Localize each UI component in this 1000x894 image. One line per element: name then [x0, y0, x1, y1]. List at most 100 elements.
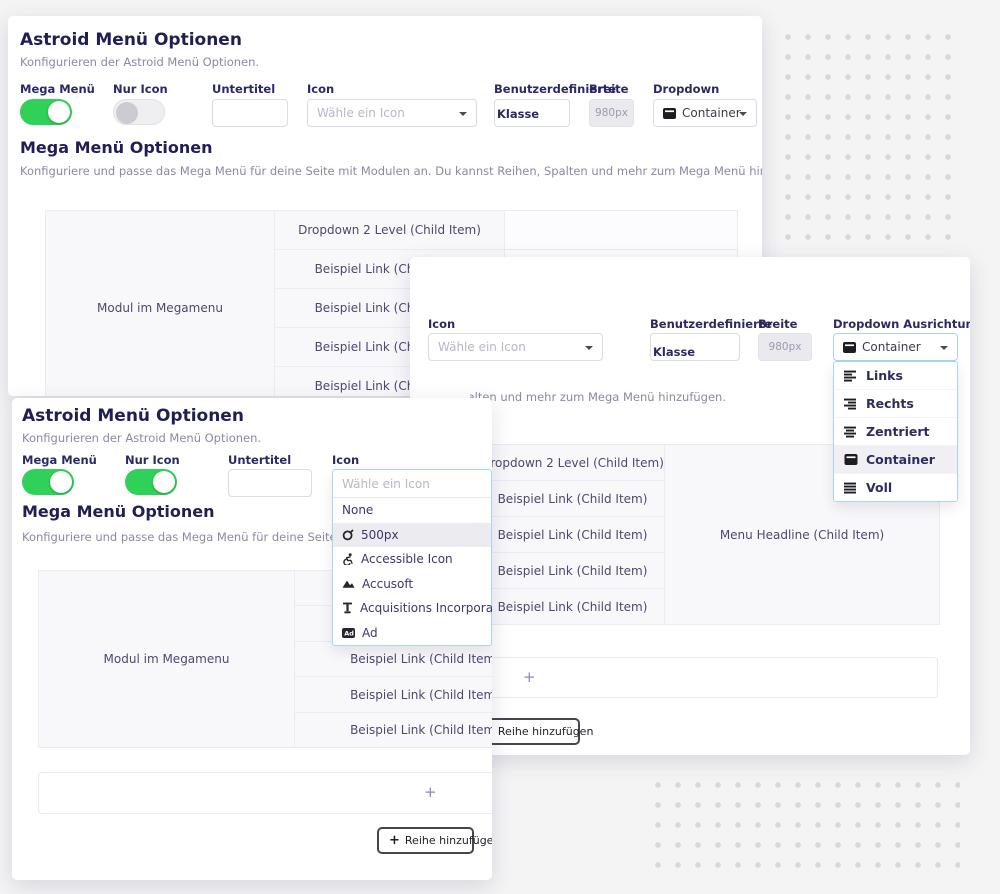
mega-menu-toggle[interactable] [22, 469, 74, 495]
icon-option-none[interactable]: None [333, 498, 491, 523]
section-subtitle: Konfiguriere und passe das Mega Menü für… [20, 164, 762, 178]
menu-item-cell[interactable]: Beispiel Link (Child Item) [294, 676, 492, 713]
menu-item-cell[interactable]: Beispiel Link (Child Item) [294, 641, 492, 677]
add-column-box[interactable] [437, 657, 938, 698]
icon-option-500px[interactable]: 500px [333, 523, 491, 548]
dropdown-ausrichtung-list: Links Rechts Zentriert Container [833, 361, 958, 502]
dropdown-option-label: Voll [866, 480, 892, 495]
page-title: Astroid Menü Optionen [20, 30, 242, 50]
dropdown-select-value: Container [682, 106, 741, 120]
dropdown-option-label: Container [866, 452, 935, 467]
accessible-icon [342, 553, 354, 565]
icon-option-accessible-icon[interactable]: Accessible Icon [333, 547, 491, 572]
breite-input-disabled: 980px [758, 333, 812, 361]
icon-option-label: Acquisitions Incorporated [360, 601, 492, 615]
menu-item-cell[interactable]: Beispiel Link (Child Item) [294, 712, 492, 748]
container-icon [663, 108, 676, 119]
icon-search-input[interactable]: Wähle ein Icon [333, 470, 491, 498]
dropdown-select[interactable]: Container [653, 99, 757, 127]
section-subtitle: Konfiguriere und passe das Mega Menü für… [470, 390, 726, 404]
menu-item-cell[interactable]: Beispiel Link (Child Item) [480, 588, 665, 625]
section-title: Mega Menü Optionen [20, 138, 213, 157]
align-left-icon [844, 370, 858, 382]
accusoft-icon [342, 579, 355, 589]
custom-class-label-line2: Klasse [653, 345, 695, 359]
menu-item-cell[interactable]: Dropdown 2 Level (Child Item) [480, 444, 665, 481]
nur-icon-label: Nur Icon [125, 453, 180, 467]
toggle-knob [48, 101, 70, 123]
acquisitions-incorporated-icon [342, 602, 353, 614]
icon-label: Icon [307, 82, 334, 96]
dropdown-label: Dropdown [653, 82, 719, 96]
container-icon [843, 342, 856, 353]
chevron-down-icon [585, 346, 593, 350]
dot-pattern-bottom-right [648, 775, 960, 873]
chevron-down-icon [459, 112, 467, 116]
dropdown-select-value: Container [862, 340, 921, 354]
dropdown-ausrichtung-label: Dropdown Ausrichtung [833, 317, 970, 331]
untertitel-input[interactable] [228, 469, 312, 497]
svg-text:Ad: Ad [344, 629, 354, 637]
page-subtitle: Konfigurieren der Astroid Menü Optionen. [20, 55, 259, 69]
toggle-knob [50, 471, 72, 493]
toggle-knob [153, 471, 175, 493]
untertitel-input[interactable] [212, 99, 288, 127]
menu-item-cell[interactable]: Beispiel Link (Child Item) [480, 480, 665, 517]
nur-icon-label: Nur Icon [113, 82, 168, 96]
dropdown-option-links[interactable]: Links [834, 362, 957, 389]
page-title: Astroid Menü Optionen [22, 406, 244, 426]
container-icon [844, 454, 858, 465]
icon-select-placeholder: Wähle ein Icon [317, 106, 405, 120]
menu-options-card-right: Icon Benutzerdefinierte Klasse Breite Dr… [410, 257, 970, 755]
dropdown-option-voll[interactable]: Voll [834, 473, 957, 501]
mega-menu-toggle[interactable] [20, 99, 72, 125]
align-center-icon [844, 426, 858, 438]
plus-icon: + [389, 833, 400, 848]
icon-option-acquisitions-incorporated[interactable]: Acquisitions Incorporated [333, 596, 491, 621]
plus-icon[interactable]: + [523, 668, 536, 686]
dropdown-option-rechts[interactable]: Rechts [834, 389, 957, 417]
nur-icon-toggle[interactable] [113, 99, 165, 125]
add-row-button-label: Reihe hinzufügen [498, 725, 594, 738]
icon-select[interactable]: Wähle ein Icon [307, 99, 477, 127]
untertitel-label: Untertitel [228, 453, 291, 467]
icon-select[interactable]: Wähle ein Icon [428, 333, 603, 361]
add-row-button-label: Reihe hinzufügen [405, 834, 492, 847]
dropdown-option-label: Links [866, 368, 903, 383]
500px-icon [342, 529, 354, 541]
nur-icon-toggle[interactable] [125, 469, 177, 495]
menu-item-cell[interactable]: Beispiel Link (Child Item) [480, 552, 665, 589]
custom-class-label-line2: Klasse [497, 107, 539, 121]
chevron-down-icon [940, 346, 948, 350]
icon-picker-dropdown: Wähle ein Icon None 500px Accessible Ico… [332, 469, 492, 646]
menu-options-card-bottom: Astroid Menü Optionen Konfigurieren der … [12, 398, 492, 880]
custom-class-label: Benutzerdefinierte [494, 82, 616, 96]
plus-icon[interactable]: + [424, 783, 437, 801]
align-justify-icon [844, 482, 858, 494]
dropdown-option-container[interactable]: Container [834, 445, 957, 473]
icon-option-label: None [342, 503, 373, 517]
ad-icon: Ad [342, 628, 355, 638]
empty-column-cell[interactable] [504, 210, 738, 250]
mega-menu-label: Mega Menü [22, 453, 97, 467]
module-cell[interactable]: Modul im Megamenu [38, 570, 295, 748]
icon-option-ad[interactable]: Ad Ad [333, 621, 491, 646]
icon-label: Icon [428, 317, 455, 331]
add-row-button[interactable]: + Reihe hinzufügen [377, 827, 474, 854]
align-right-icon [844, 398, 858, 410]
icon-option-label: Ad [362, 626, 378, 640]
icon-label: Icon [332, 453, 359, 467]
menu-item-cell[interactable]: Dropdown 2 Level (Child Item) [274, 210, 505, 250]
page-subtitle: Konfigurieren der Astroid Menü Optionen. [22, 431, 261, 445]
icon-option-label: Accusoft [362, 577, 413, 591]
section-subtitle-clip: Konfiguriere und passe das Mega Menü für… [470, 390, 728, 405]
icon-option-label: 500px [361, 528, 399, 542]
icon-option-accusoft[interactable]: Accusoft [333, 572, 491, 597]
dropdown-option-label: Rechts [866, 396, 914, 411]
menu-item-cell[interactable]: Beispiel Link (Child Item) [480, 516, 665, 553]
app-canvas: Astroid Menü Optionen Konfigurieren der … [0, 0, 1000, 894]
dropdown-ausrichtung-select[interactable]: Container [833, 333, 958, 361]
module-cell[interactable]: Modul im Megamenu [45, 210, 275, 396]
mega-menu-label: Mega Menü [20, 82, 95, 96]
dropdown-option-zentriert[interactable]: Zentriert [834, 417, 957, 445]
